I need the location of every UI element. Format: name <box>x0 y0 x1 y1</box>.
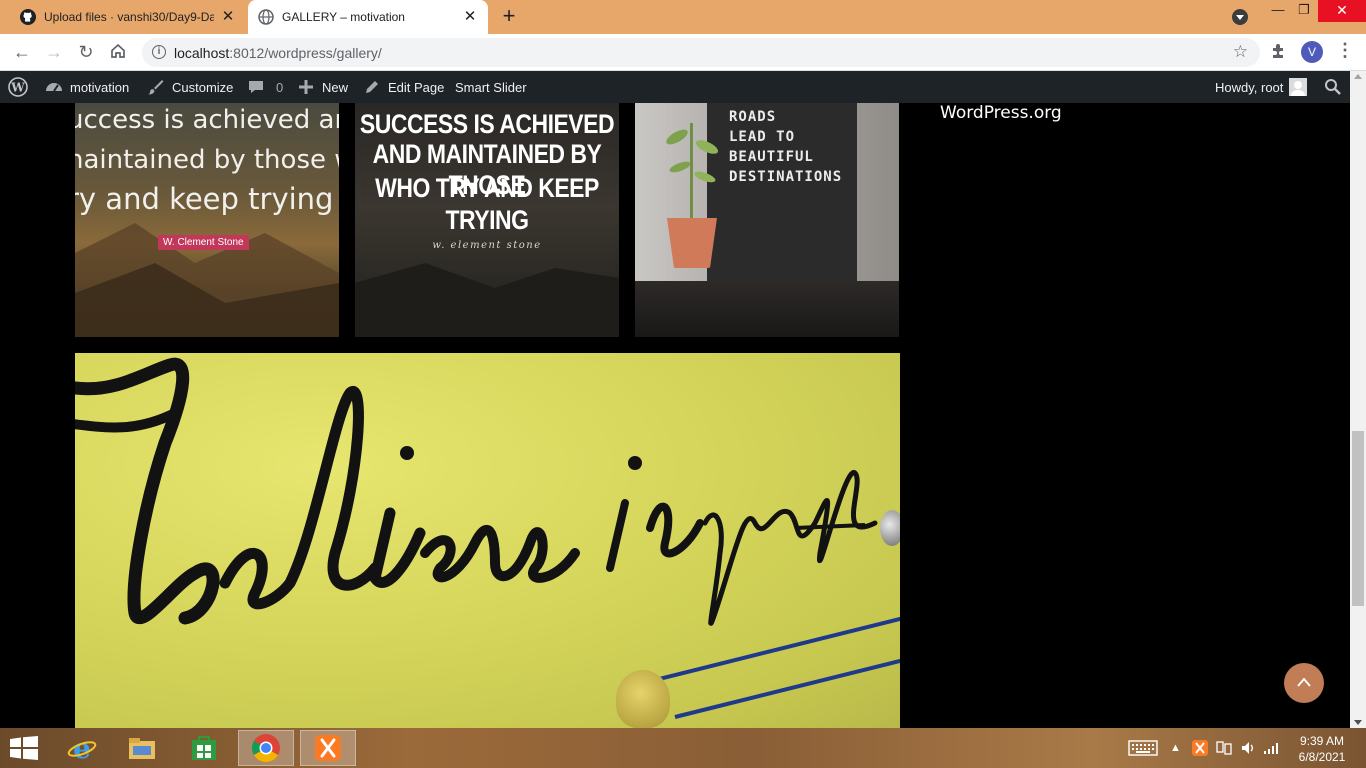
new-content-link[interactable]: New <box>296 71 348 103</box>
forward-icon[interactable]: → <box>44 42 64 62</box>
url-text: localhost:8012/wordpress/gallery/ <box>174 45 382 61</box>
edit-page-link[interactable]: Edit Page <box>362 71 444 103</box>
terracotta-pot <box>667 218 717 268</box>
author-caption: w. element stone <box>432 240 542 251</box>
tab-label: GALLERY – motivation <box>282 10 405 24</box>
system-clock[interactable]: 9:39 AM 6/8/2021 <box>1292 733 1352 765</box>
volume-icon[interactable] <box>1240 728 1256 768</box>
keyboard-icon[interactable] <box>1128 728 1158 768</box>
wifi-signal-icon[interactable] <box>1263 728 1279 768</box>
tab-gallery[interactable]: GALLERY – motivation ✕ <box>248 0 488 34</box>
quote-line: uccess is achieved an <box>75 105 339 135</box>
quote-line: BEAUTIFUL <box>729 149 814 165</box>
extensions-icon[interactable] <box>1270 42 1288 60</box>
plant-leaves <box>666 129 719 183</box>
reload-icon[interactable]: ↻ <box>76 42 96 62</box>
quote-line: TRYING <box>445 204 529 235</box>
site-name-link[interactable]: motivation <box>44 71 129 103</box>
plus-icon <box>299 80 313 94</box>
quote-line: ry and keep trying <box>75 182 334 216</box>
close-tab-icon[interactable]: ✕ <box>462 9 478 25</box>
smart-slider-link[interactable]: Smart Slider <box>455 71 527 103</box>
brush-icon <box>148 80 164 95</box>
chevron-up-icon <box>1297 677 1311 687</box>
quote-line: naintained by those wh <box>75 145 339 175</box>
tray-xampp-icon[interactable] <box>1192 728 1208 768</box>
back-icon[interactable]: ← <box>12 42 32 62</box>
page-content: uccess is achieved an naintained by thos… <box>0 103 1350 728</box>
gallery-image-success-quote-dark[interactable]: SUCCESS IS ACHIEVED AND MAINTAINED BY TH… <box>355 103 619 337</box>
table-surface <box>635 281 899 337</box>
bookmark-star-icon[interactable]: ☆ <box>1233 42 1248 62</box>
comments-link[interactable]: 0 <box>246 71 283 103</box>
quote-line: DESTINATIONS <box>729 169 843 185</box>
comments-count: 0 <box>276 79 284 95</box>
quote-line: ROADS <box>729 109 777 125</box>
quote-line: SUCCESS IS ACHIEVED <box>359 108 615 139</box>
wordpress-org-link[interactable]: WordPress.org <box>940 103 1062 123</box>
browser-toolbar: ← → ↻ i localhost:8012/wordpress/gallery… <box>0 34 1366 71</box>
author-tag: W. Clement Stone <box>158 235 249 250</box>
address-bar[interactable]: i localhost:8012/wordpress/gallery/ ☆ <box>142 38 1260 67</box>
internet-explorer-icon[interactable]: e <box>54 730 110 766</box>
scroll-to-top-button[interactable] <box>1284 663 1324 703</box>
page-scrollbar[interactable] <box>1350 71 1366 728</box>
tray-overflow-icon[interactable]: ▲ <box>1170 728 1181 768</box>
globe-icon <box>258 9 274 25</box>
believe-in-yourself-lettering <box>75 357 878 626</box>
quote-line: LEAD TO <box>729 129 796 145</box>
wp-admin-bar: W motivation Customize 0 New Edit Page S… <box>0 71 1350 103</box>
scrollbar-thumb[interactable] <box>1352 431 1364 606</box>
clock-time: 9:39 AM <box>1299 734 1345 748</box>
mountain-silhouette <box>75 223 339 337</box>
svg-text:W: W <box>10 81 25 95</box>
file-explorer-icon[interactable] <box>114 730 170 766</box>
close-window-icon[interactable]: ✕ <box>1318 0 1366 22</box>
tab-search-icon[interactable] <box>1232 9 1248 25</box>
gallery-image-believe-in-yourself[interactable] <box>75 353 900 728</box>
chrome-icon[interactable] <box>238 730 294 766</box>
account-menu[interactable]: Howdy, root <box>1215 71 1308 103</box>
svg-text:e: e <box>73 733 91 763</box>
chrome-menu-icon[interactable]: ⋮ <box>1336 40 1354 62</box>
tab-upload-files[interactable]: Upload files · vanshi30/Day9-Day ✕ <box>12 0 244 34</box>
network-adapter-icon[interactable] <box>1216 728 1232 768</box>
scroll-up-arrow-icon[interactable] <box>1354 74 1362 79</box>
search-icon[interactable] <box>1324 71 1342 103</box>
windows-start-icon[interactable] <box>10 736 38 760</box>
xampp-icon[interactable] <box>300 730 356 766</box>
new-tab-icon[interactable]: + <box>498 5 520 28</box>
tab-label: Upload files · vanshi30/Day9-Day <box>44 10 214 24</box>
clock-date: 6/8/2021 <box>1298 750 1346 764</box>
avatar <box>1289 78 1308 96</box>
quote-line: WHO TRY AND KEEP <box>375 172 599 203</box>
windows-taskbar: e ▲ 9:39 AM 6/8/2021 <box>0 728 1366 768</box>
store-icon[interactable] <box>176 730 232 766</box>
profile-avatar[interactable]: V <box>1301 41 1323 63</box>
wall-fixture <box>880 510 900 546</box>
comment-icon <box>249 81 263 93</box>
scroll-down-arrow-icon[interactable] <box>1354 720 1362 725</box>
site-info-icon[interactable]: i <box>152 45 166 59</box>
pencil-icon <box>366 81 378 93</box>
yellow-figure <box>616 670 670 728</box>
browser-tab-strip: Upload files · vanshi30/Day9-Day ✕ GALLE… <box>0 0 1366 34</box>
dashboard-icon <box>46 83 62 92</box>
github-icon <box>20 9 36 25</box>
customize-link[interactable]: Customize <box>146 71 233 103</box>
gallery-image-roads-quote-plant[interactable]: ROADS LEAD TO BEAUTIFUL DESTINATIONS <box>635 103 899 337</box>
home-icon[interactable] <box>108 42 128 62</box>
close-tab-icon[interactable]: ✕ <box>220 9 236 25</box>
gallery-image-success-quote-mountains[interactable]: uccess is achieved an naintained by thos… <box>75 103 339 337</box>
wordpress-logo-icon[interactable]: W <box>8 71 28 103</box>
